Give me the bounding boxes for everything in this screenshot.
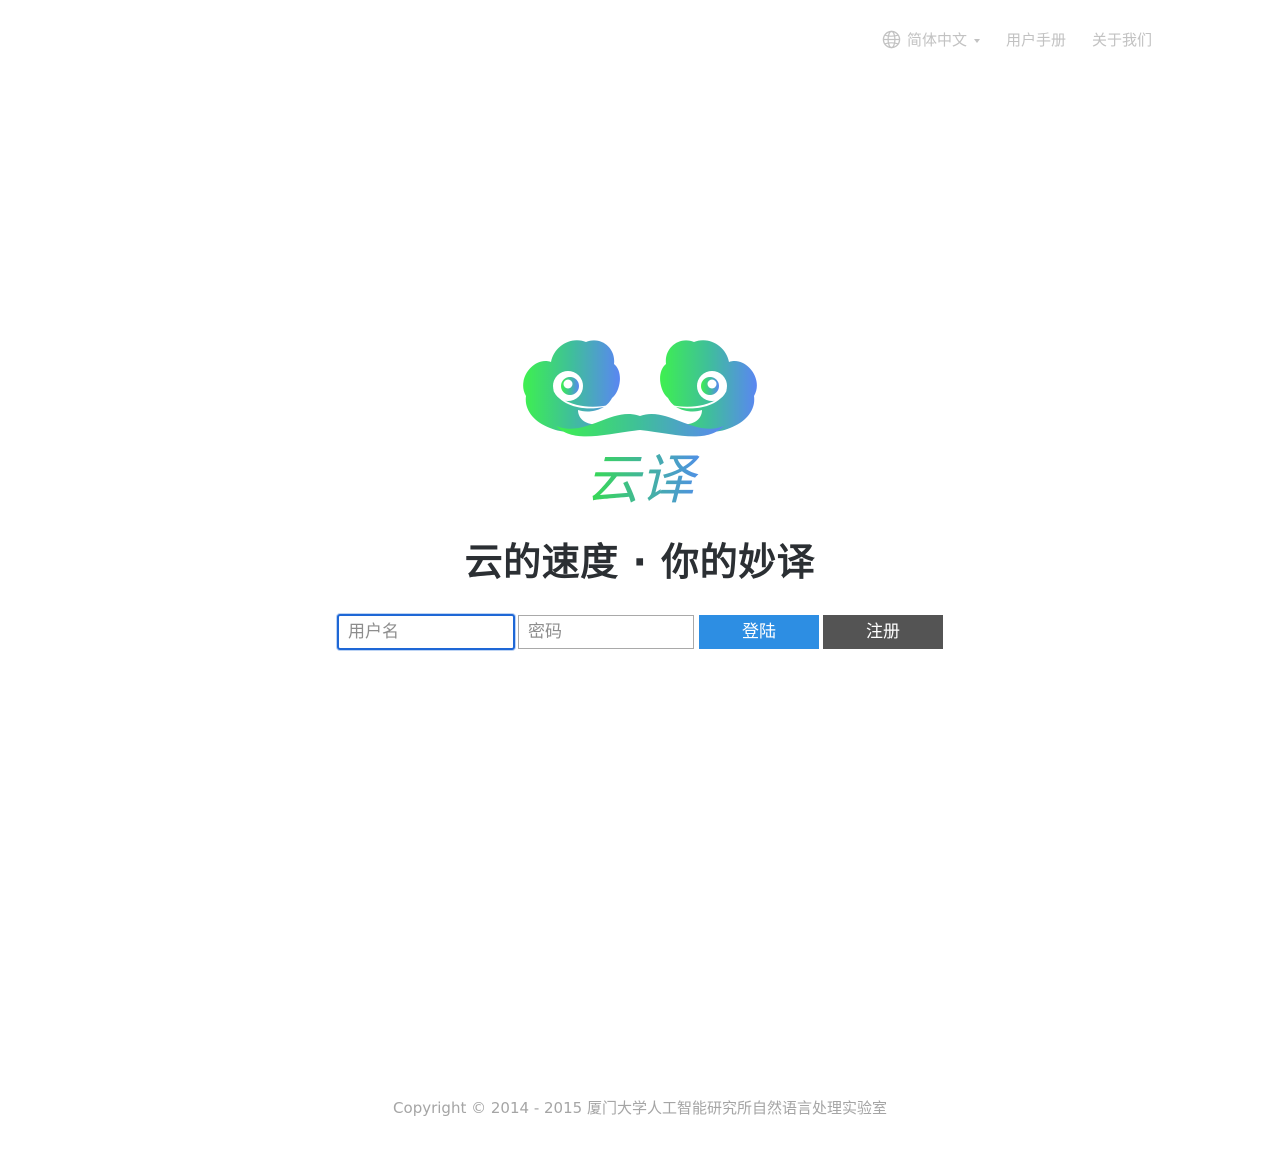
login-button[interactable]: 登陆: [699, 615, 819, 649]
login-form: 登陆 注册: [337, 613, 943, 651]
nav-link-about-us[interactable]: 关于我们: [1092, 29, 1152, 50]
language-label: 简体中文: [906, 31, 967, 49]
logo-wordmark: 云译: [586, 448, 700, 510]
nav-link-user-manual[interactable]: 用户手册: [1006, 29, 1066, 50]
username-input[interactable]: [337, 614, 515, 650]
yunyi-logo: 云译: [523, 340, 757, 510]
password-input[interactable]: [518, 615, 694, 649]
globe-icon: [882, 30, 901, 49]
slogan: 云的速度 · 你的妙译: [464, 540, 816, 584]
caret-down-icon: [973, 38, 980, 43]
top-nav: 简体中文 用户手册 关于我们: [882, 29, 1152, 50]
footer-copyright: Copyright © 2014 - 2015 厦门大学人工智能研究所自然语言处…: [393, 1099, 887, 1117]
login-page: 简体中文 用户手册 关于我们 云译 云的速度 · 你的妙译 用户名 登陆 注册 …: [0, 0, 1280, 1167]
register-button[interactable]: 注册: [823, 615, 943, 649]
language-selector[interactable]: 简体中文: [882, 29, 980, 50]
